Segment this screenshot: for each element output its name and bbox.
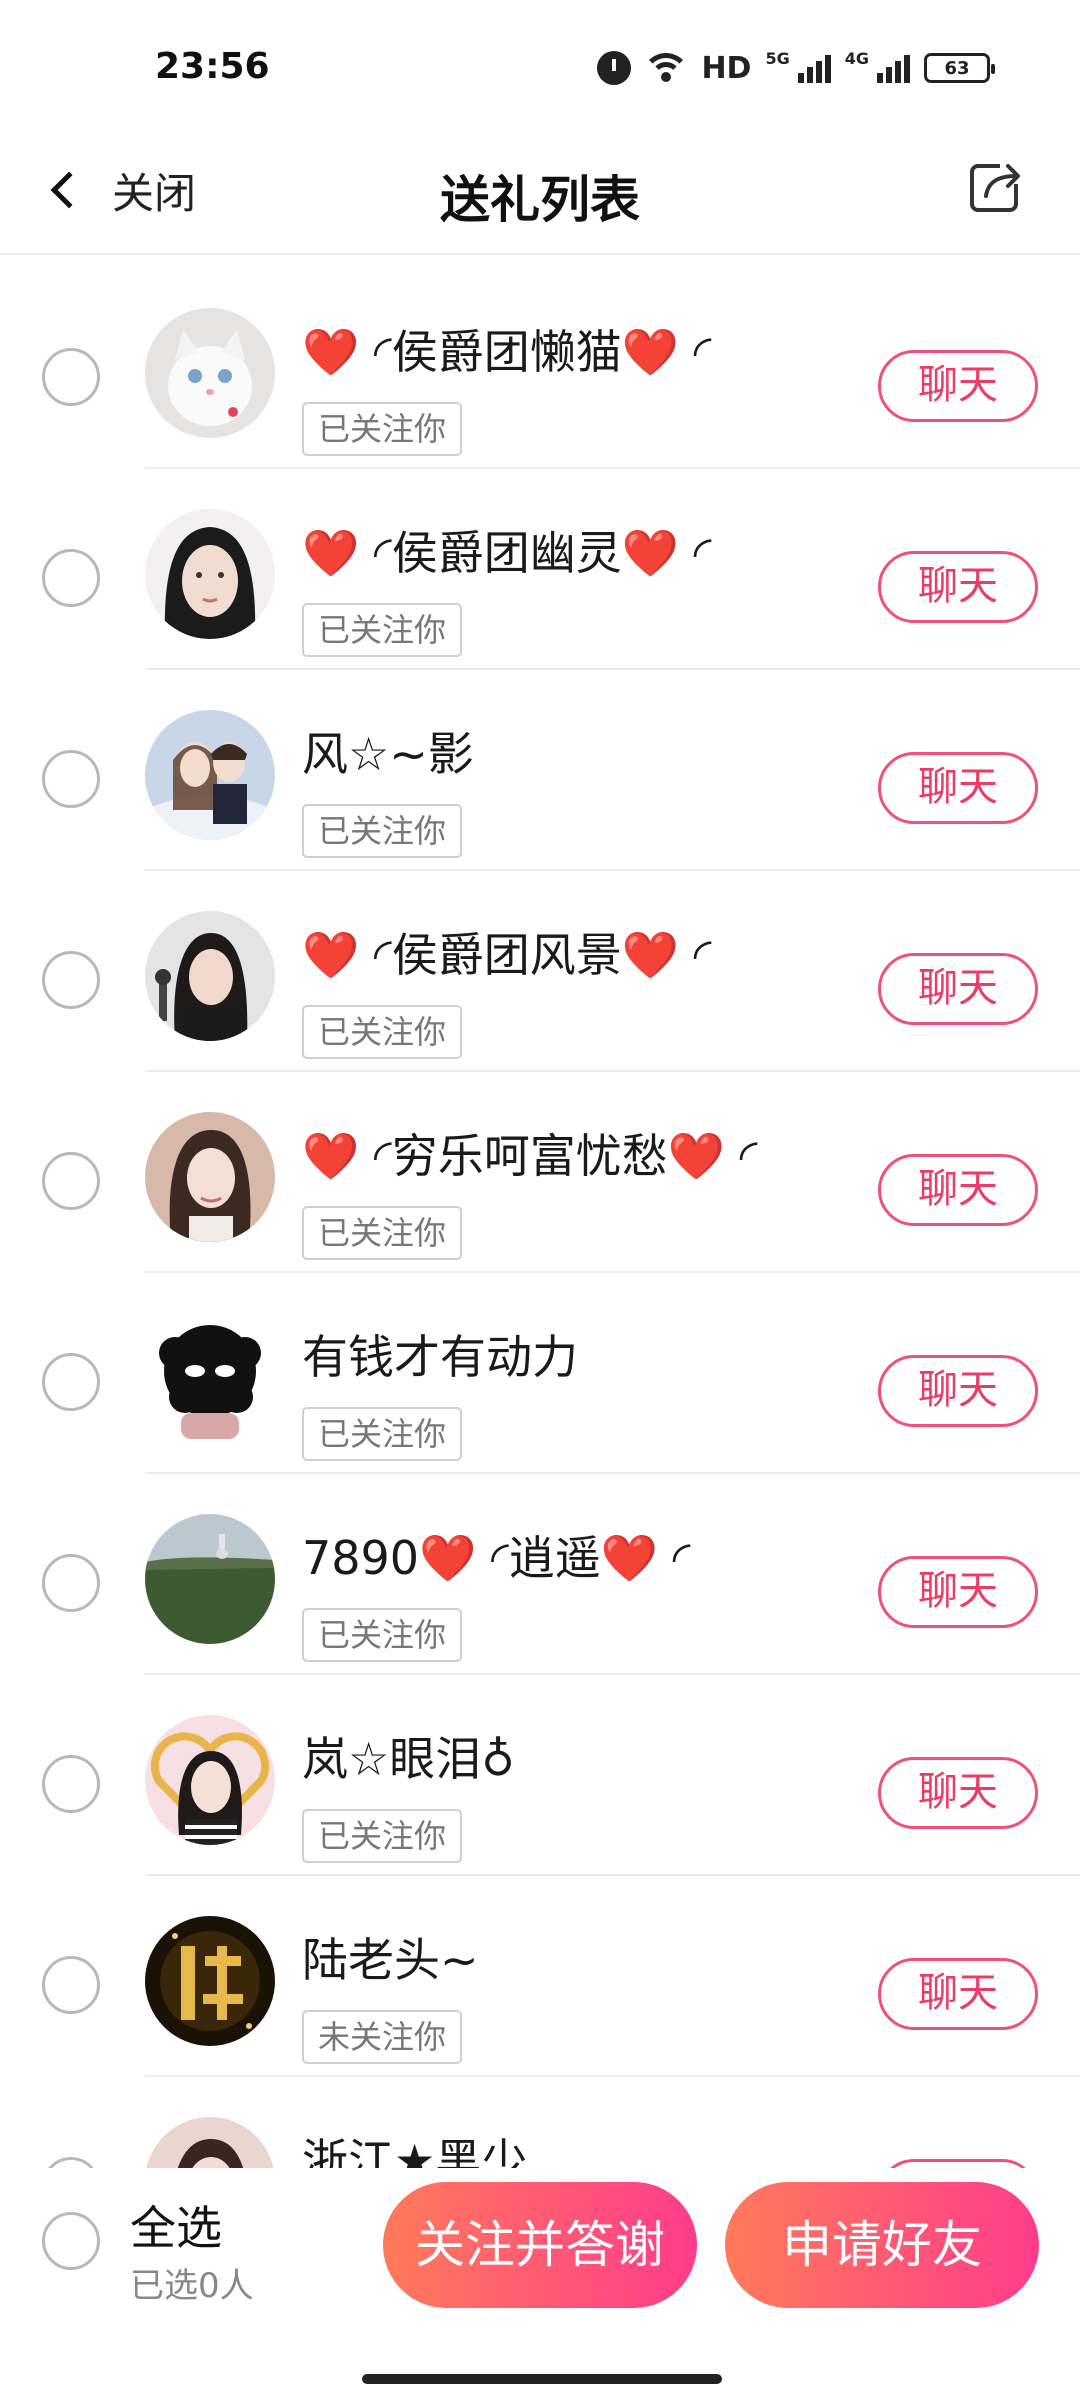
gift-user-list: ❤️ ◜侯爵团懒猫❤️ ◜ 已关注你 聊天 ❤️ ◜侯爵团幽灵❤️ ◜ 已关注你… — [0, 268, 1080, 2168]
avatar[interactable] — [145, 1715, 275, 1845]
page-title: 送礼列表 — [440, 171, 640, 229]
chat-button[interactable]: 聊天 — [878, 551, 1038, 623]
follow-status-badge: 已关注你 — [302, 1608, 463, 1662]
status-icons: HD 5G 4G 63 — [597, 48, 995, 88]
net-4g-label: 4G — [844, 48, 869, 68]
follow-status-badge: 未关注你 — [302, 2010, 463, 2064]
user-name: 陆老头~ — [302, 1933, 479, 1987]
list-item: 风☆~影 已关注你 聊天 — [0, 670, 1080, 871]
chat-button[interactable]: 聊天 — [878, 1958, 1038, 2030]
avatar[interactable] — [145, 1916, 275, 2046]
status-bar: 23:56 HD 5G 4G 63 — [0, 0, 1080, 120]
avatar[interactable] — [145, 1514, 275, 1644]
select-radio[interactable] — [42, 1755, 100, 1813]
chat-button[interactable]: 聊天 — [878, 1757, 1038, 1829]
chat-button[interactable]: 聊天 — [878, 1556, 1038, 1628]
user-name: 7890❤️ ◜逍遥❤️ ◜ — [302, 1531, 691, 1585]
chat-button[interactable]: 聊天 — [878, 1355, 1038, 1427]
hd-label: HD — [701, 50, 752, 86]
user-name: ❤️ ◜侯爵团风景❤️ ◜ — [302, 928, 712, 982]
follow-status-badge: 已关注你 — [302, 402, 463, 456]
home-indicator[interactable] — [362, 2374, 722, 2384]
follow-status-badge: 已关注你 — [302, 1809, 463, 1863]
chat-button[interactable]: 聊天 — [878, 752, 1038, 824]
list-item: 有钱才有动力 已关注你 聊天 — [0, 1273, 1080, 1474]
select-radio[interactable] — [42, 1152, 100, 1210]
select-radio[interactable] — [42, 1956, 100, 2014]
follow-status-badge: 已关注你 — [302, 603, 463, 657]
list-item: ❤️ ◜侯爵团懒猫❤️ ◜ 已关注你 聊天 — [0, 268, 1080, 469]
chat-button[interactable]: 聊天 — [878, 350, 1038, 422]
avatar[interactable] — [145, 911, 275, 1041]
share-icon — [970, 160, 1024, 212]
battery-icon: 63 — [924, 53, 995, 83]
user-name: ❤️ ◜侯爵团懒猫❤️ ◜ — [302, 325, 712, 379]
select-radio[interactable] — [42, 1554, 100, 1612]
follow-status-badge: 已关注你 — [302, 1206, 463, 1260]
alarm-icon — [597, 51, 632, 85]
friend-request-button[interactable]: 申请好友 — [725, 2182, 1039, 2308]
avatar[interactable] — [145, 1313, 275, 1443]
signal-4g-icon — [877, 53, 910, 83]
user-name: ❤️ ◜侯爵团幽灵❤️ ◜ — [302, 526, 712, 580]
status-time: 23:56 — [155, 46, 270, 87]
avatar[interactable] — [145, 308, 275, 438]
follow-and-thank-button[interactable]: 关注并答谢 — [383, 2182, 697, 2308]
list-item: ❤️ ◜穷乐呵富忧愁❤️ ◜ 已关注你 聊天 — [0, 1072, 1080, 1273]
select-radio[interactable] — [42, 2157, 100, 2168]
list-item: 岚☆眼泪♁ 已关注你 聊天 — [0, 1675, 1080, 1876]
follow-status-badge: 已关注你 — [302, 1005, 463, 1059]
chat-button[interactable]: 聊天 — [878, 953, 1038, 1025]
select-radio[interactable] — [42, 750, 100, 808]
user-name: 有钱才有动力 — [302, 1330, 578, 1384]
avatar[interactable] — [145, 509, 275, 639]
share-button[interactable] — [966, 156, 1028, 218]
select-radio[interactable] — [42, 951, 100, 1009]
user-name: ❤️ ◜穷乐呵富忧愁❤️ ◜ — [302, 1129, 758, 1183]
bottom-bar: 全选 已选0人 关注并答谢 申请好友 — [0, 2168, 1080, 2400]
list-item: ❤️ ◜侯爵团风景❤️ ◜ 已关注你 聊天 — [0, 871, 1080, 1072]
header: 关闭 送礼列表 — [0, 120, 1080, 255]
chat-button[interactable]: 聊天 — [878, 1154, 1038, 1226]
select-all-label[interactable]: 全选 — [130, 2192, 222, 2258]
select-radio[interactable] — [42, 348, 100, 406]
chat-button[interactable]: 聊天 — [878, 2159, 1038, 2168]
select-all-radio[interactable] — [42, 2212, 100, 2270]
user-name: 风☆~影 — [302, 727, 474, 781]
follow-status-badge: 已关注你 — [302, 804, 463, 858]
follow-status-badge: 已关注你 — [302, 1407, 463, 1461]
selected-count: 已选0人 — [130, 2266, 254, 2306]
list-item: ❤️ ◜侯爵团幽灵❤️ ◜ 已关注你 聊天 — [0, 469, 1080, 670]
avatar[interactable] — [145, 710, 275, 840]
avatar[interactable] — [145, 1112, 275, 1242]
signal-5g-icon — [797, 53, 831, 83]
select-radio[interactable] — [42, 1353, 100, 1411]
net-5g-label: 5G — [765, 48, 790, 68]
wifi-icon — [645, 53, 688, 83]
list-item: 浙江★黑少 聊天 — [0, 2077, 1080, 2168]
list-item: 7890❤️ ◜逍遥❤️ ◜ 已关注你 聊天 — [0, 1474, 1080, 1675]
select-radio[interactable] — [42, 549, 100, 607]
user-name: 岚☆眼泪♁ — [302, 1732, 515, 1786]
avatar[interactable] — [145, 2117, 275, 2168]
list-item: 陆老头~ 未关注你 聊天 — [0, 1876, 1080, 2077]
user-name: 浙江★黑少 — [302, 2134, 528, 2168]
